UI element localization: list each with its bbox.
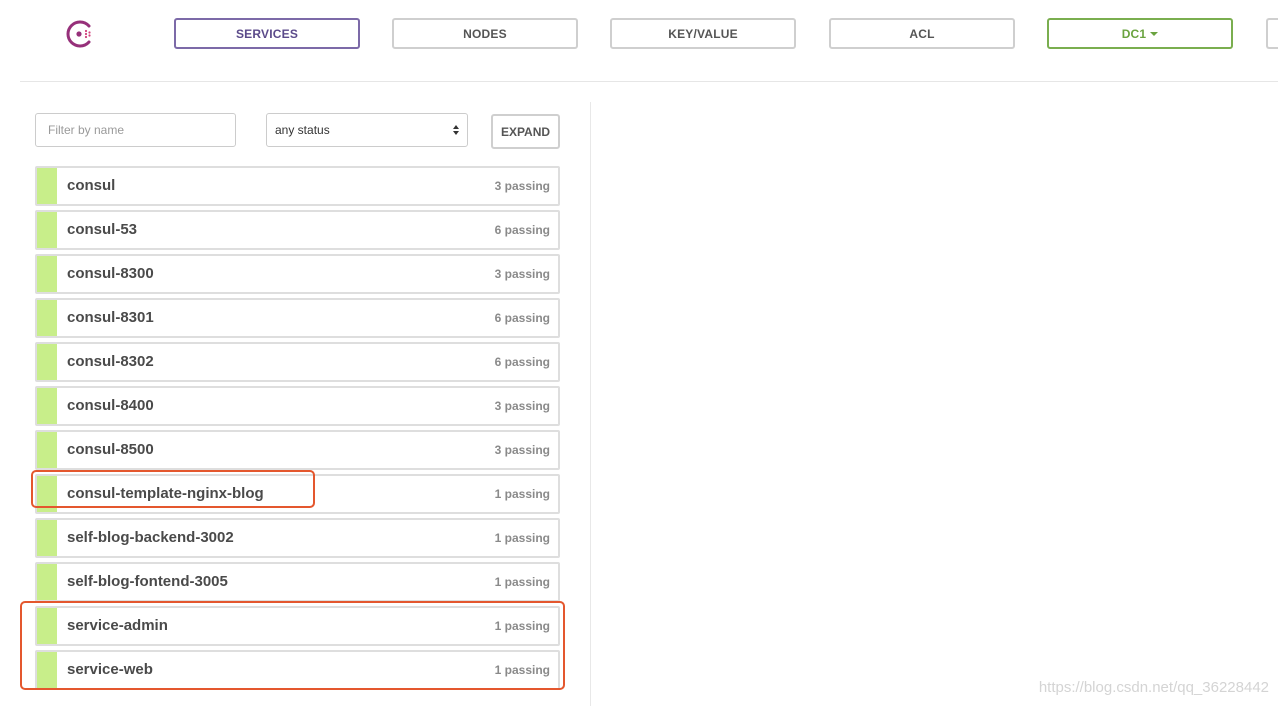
status-select[interactable]: any status [266, 113, 468, 147]
service-name: service-admin [67, 617, 168, 634]
health-status-bar [37, 608, 57, 644]
service-name: self-blog-fontend-3005 [67, 573, 228, 590]
service-name: consul-53 [67, 221, 138, 238]
service-check-count: 1 passing [494, 619, 550, 633]
service-name: service-web [67, 661, 153, 678]
service-name: consul-8400 [67, 397, 154, 414]
service-name: consul [67, 177, 116, 194]
datacenter-dropdown[interactable]: DC1 [1047, 18, 1233, 49]
header-divider [20, 81, 1278, 82]
watermark: https://blog.csdn.net/qq_36228442 [1038, 679, 1269, 696]
service-name: consul-8500 [67, 441, 154, 458]
service-check-count: 6 passing [494, 311, 550, 325]
consul-logo-icon[interactable] [64, 18, 96, 50]
top-navigation: SERVICES NODES KEY/VALUE ACL DC1 [0, 0, 1278, 82]
service-check-count: 6 passing [494, 223, 550, 237]
caret-down-icon [1150, 31, 1159, 36]
health-status-bar [37, 256, 57, 292]
health-status-bar [37, 344, 57, 380]
nav-acl-button[interactable]: ACL [829, 18, 1015, 49]
nav-services-button[interactable]: SERVICES [174, 18, 360, 49]
service-item[interactable]: self-blog-fontend-3005 1 passing [35, 562, 560, 602]
service-item[interactable]: consul-template-nginx-blog 1 passing [35, 474, 560, 514]
service-item[interactable]: consul-8400 3 passing [35, 386, 560, 426]
health-status-bar [37, 388, 57, 424]
nav-acl-label: ACL [909, 26, 935, 41]
service-item[interactable]: consul-8301 6 passing [35, 298, 560, 338]
health-status-bar [37, 432, 57, 468]
service-check-count: 3 passing [494, 267, 550, 281]
service-item[interactable]: service-admin 1 passing [35, 606, 560, 646]
service-item[interactable]: consul-8302 6 passing [35, 342, 560, 382]
expand-label: EXPAND [500, 124, 551, 139]
service-name: consul-8301 [67, 309, 154, 326]
filter-by-name-input[interactable] [35, 113, 236, 147]
nav-keyvalue-button[interactable]: KEY/VALUE [610, 18, 796, 49]
expand-button[interactable]: EXPAND [491, 114, 560, 149]
service-item[interactable]: consul 3 passing [35, 166, 560, 206]
select-arrows-icon [453, 125, 459, 135]
datacenter-label: DC1 [1121, 26, 1147, 41]
service-item[interactable]: self-blog-backend-3002 1 passing [35, 518, 560, 558]
service-item[interactable]: consul-8500 3 passing [35, 430, 560, 470]
service-name: consul-8302 [67, 353, 154, 370]
nav-services-label: SERVICES [235, 26, 299, 41]
health-status-bar [37, 300, 57, 336]
nav-keyvalue-label: KEY/VALUE [668, 26, 738, 41]
service-name: consul-template-nginx-blog [67, 485, 264, 502]
service-item[interactable]: consul-8300 3 passing [35, 254, 560, 294]
service-check-count: 1 passing [494, 531, 550, 545]
nav-nodes-label: NODES [463, 26, 507, 41]
service-check-count: 3 passing [494, 179, 550, 193]
service-check-count: 3 passing [494, 399, 550, 413]
health-status-bar [37, 168, 57, 204]
service-name: self-blog-backend-3002 [67, 529, 234, 546]
service-check-count: 6 passing [494, 355, 550, 369]
nav-settings-button[interactable] [1266, 18, 1278, 49]
health-status-bar [37, 520, 57, 556]
service-check-count: 1 passing [494, 575, 550, 589]
service-check-count: 3 passing [494, 443, 550, 457]
service-list: consul 3 passing consul-53 6 passing consul-… [35, 166, 560, 694]
service-name: consul-8300 [67, 265, 154, 282]
health-status-bar [37, 476, 57, 512]
service-check-count: 1 passing [494, 663, 550, 677]
health-status-bar [37, 212, 57, 248]
service-check-count: 1 passing [494, 487, 550, 501]
nav-nodes-button[interactable]: NODES [392, 18, 578, 49]
column-divider [590, 102, 591, 706]
service-item[interactable]: consul-53 6 passing [35, 210, 560, 250]
health-status-bar [37, 564, 57, 600]
status-select-value: any status [275, 123, 330, 137]
health-status-bar [37, 652, 57, 688]
service-item[interactable]: service-web 1 passing [35, 650, 560, 690]
